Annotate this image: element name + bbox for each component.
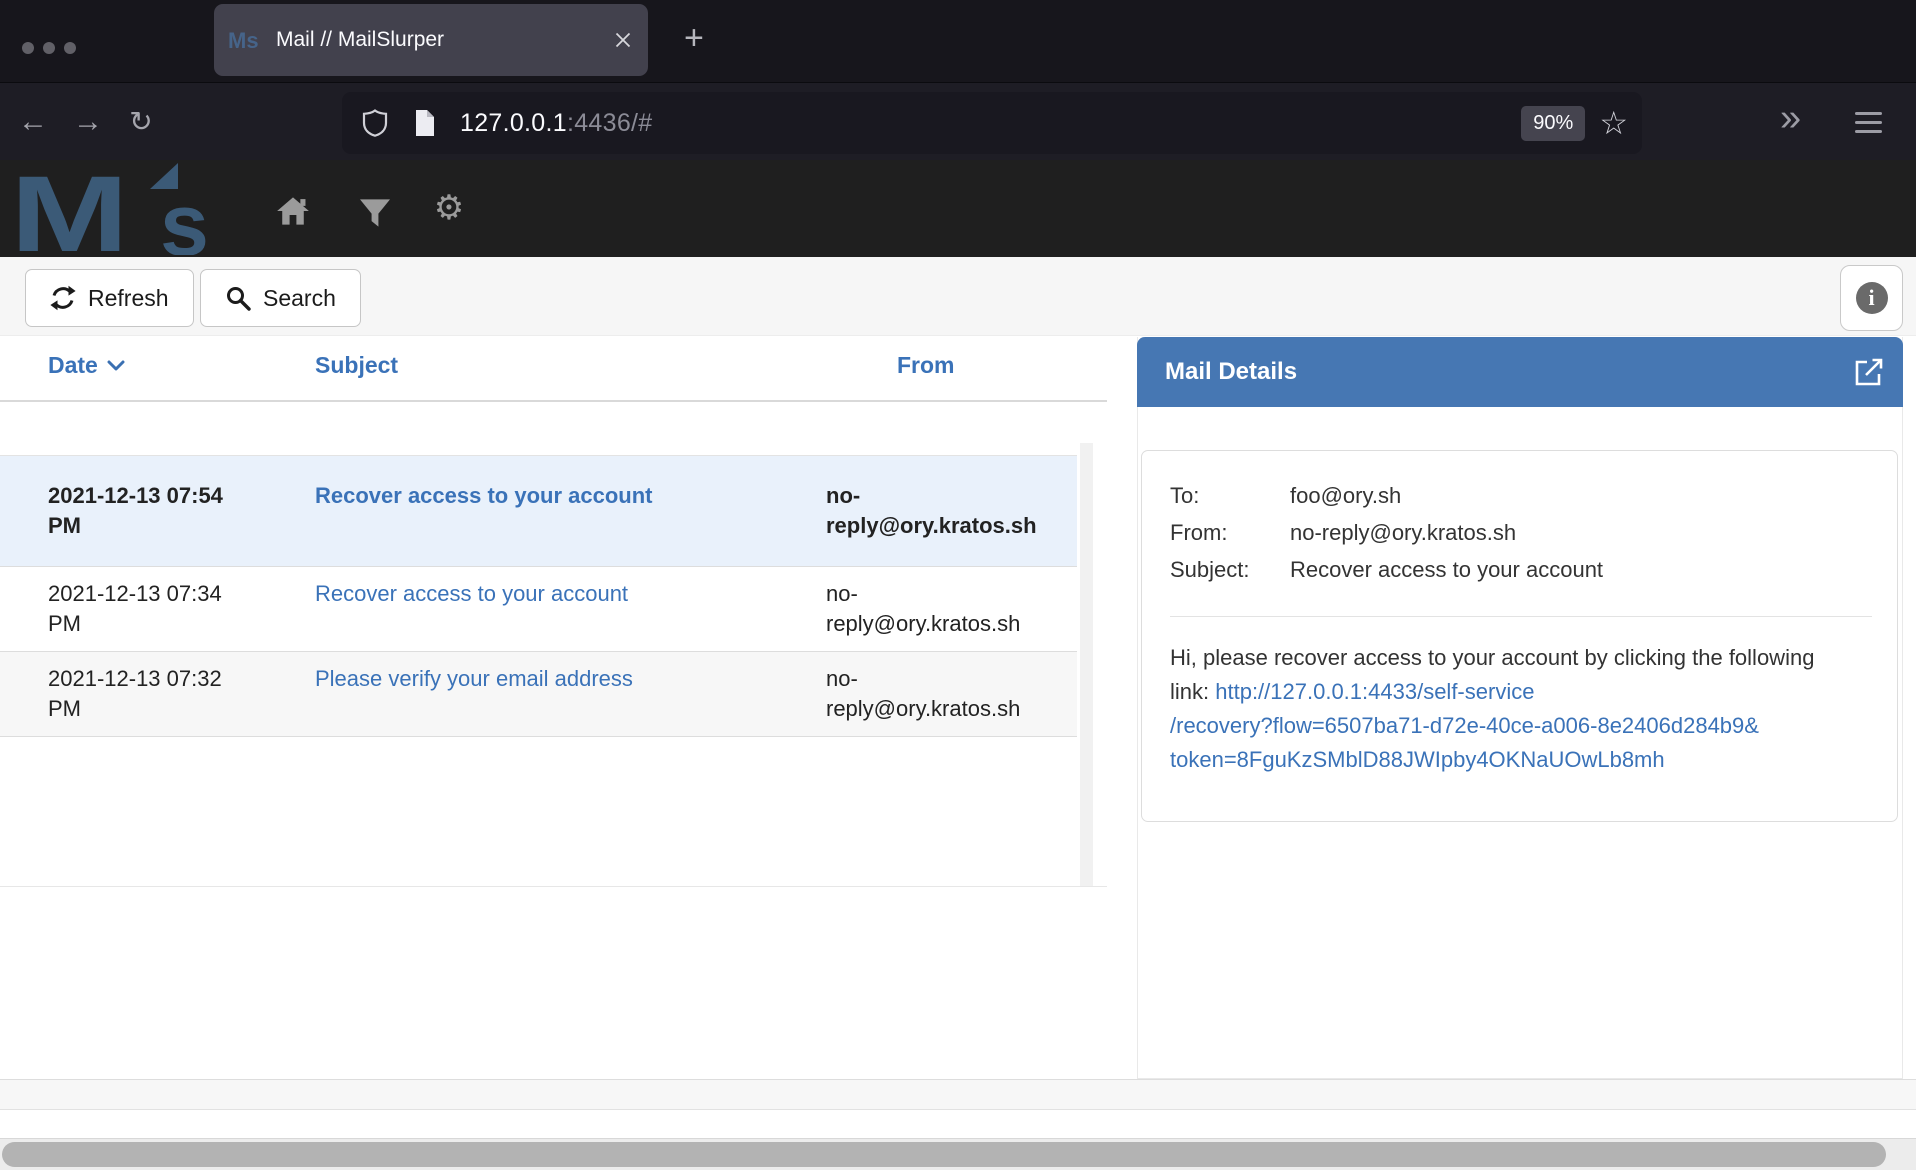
screen: Ms Mail // MailSlurper + ← → ↻ 127.0.0.1… [0, 0, 1916, 1170]
field-to: To: foo@ory.sh [1170, 477, 1872, 514]
new-tab-button[interactable]: + [684, 20, 704, 56]
table-row[interactable]: 2021-12-13 07:32 PM Please verify your e… [0, 652, 1077, 737]
svg-text:M: M [18, 163, 129, 255]
mail-details-card: To: foo@ory.sh From: no-reply@ory.kratos… [1141, 450, 1898, 822]
reload-button[interactable]: ↻ [123, 104, 159, 140]
mail-list-panel: Date Subject From 2021-12-13 07:54 PM Re… [0, 336, 1107, 1079]
sort-chevron-down-icon [107, 360, 125, 371]
column-header-subject[interactable]: Subject [315, 352, 398, 379]
search-button[interactable]: Search [200, 269, 361, 327]
mailslurper-favicon: Ms [228, 27, 264, 53]
recovery-link-line: http://127.0.0.1:4433/self-service [1215, 679, 1534, 704]
filter-icon[interactable] [358, 198, 392, 228]
bookmark-star-icon[interactable]: ☆ [1599, 107, 1628, 139]
row-date: 2021-12-13 07:34 PM [48, 579, 315, 639]
page-info-icon[interactable] [414, 109, 436, 137]
mail-list-header: Date Subject From [0, 336, 1107, 400]
url-host: 127.0.0.1 [460, 109, 567, 137]
app-toolbar: Refresh Search i [0, 257, 1916, 336]
table-row[interactable]: 2021-12-13 07:54 PM Recover access to yo… [0, 455, 1077, 567]
panel-title: Mail Details [1165, 358, 1297, 386]
url-bar[interactable]: 127.0.0.1:4436/# 90% ☆ [342, 92, 1642, 154]
recovery-link-line: /recovery?flow=6507ba71-d72e-40ce-a006-8… [1170, 709, 1846, 743]
mail-body: Hi, please recover access to your accoun… [1170, 641, 1846, 777]
field-value: Recover access to your account [1290, 551, 1603, 588]
row-from: no-reply@ory.kratos.sh [826, 664, 1077, 724]
field-label: To: [1170, 477, 1290, 514]
field-from: From: no-reply@ory.kratos.sh [1170, 514, 1872, 551]
row-date: 2021-12-13 07:54 PM [48, 481, 315, 541]
window-controls[interactable] [22, 42, 76, 54]
settings-gear-icon[interactable]: ⚙ [432, 190, 466, 220]
home-icon[interactable] [276, 196, 310, 226]
browser-toolbar: ← → ↻ 127.0.0.1:4436/# 90% ☆ » [0, 82, 1916, 160]
vertical-scrollbar-track[interactable] [1080, 443, 1093, 886]
refresh-icon [50, 285, 76, 311]
field-subject: Subject: Recover access to your account [1170, 551, 1872, 588]
info-icon: i [1856, 282, 1888, 314]
row-from: no-reply@ory.kratos.sh [826, 579, 1077, 639]
zoom-level-badge[interactable]: 90% [1521, 106, 1585, 141]
mail-rows: 2021-12-13 07:54 PM Recover access to yo… [0, 455, 1077, 737]
external-link-icon[interactable] [1853, 356, 1885, 388]
search-label: Search [263, 285, 336, 312]
tab-title: Mail // MailSlurper [276, 28, 444, 52]
shield-icon[interactable] [362, 109, 388, 137]
overflow-chevron-icon[interactable]: » [1780, 97, 1801, 139]
date-sort-label: Date [48, 352, 98, 379]
row-subject-link[interactable]: Recover access to your account [315, 481, 826, 541]
row-from: no-reply@ory.kratos.sh [826, 481, 1083, 541]
field-label: Subject: [1170, 551, 1290, 588]
browser-tab[interactable]: Ms Mail // MailSlurper [214, 4, 648, 76]
row-subject-link[interactable]: Please verify your email address [315, 664, 826, 724]
row-date: 2021-12-13 07:32 PM [48, 664, 315, 724]
row-subject-link[interactable]: Recover access to your account [315, 579, 826, 639]
back-button[interactable]: ← [15, 104, 51, 140]
main-content: Date Subject From 2021-12-13 07:54 PM Re… [0, 336, 1916, 1079]
bottom-white-strip [0, 1109, 1916, 1138]
field-value: foo@ory.sh [1290, 477, 1401, 514]
field-label: From: [1170, 514, 1290, 551]
url-text[interactable]: 127.0.0.1:4436/# [460, 109, 652, 138]
svg-text:Ms: Ms [228, 28, 259, 53]
bottom-gray-strip [0, 1079, 1916, 1109]
list-bottom-divider [0, 886, 1107, 887]
table-row[interactable]: 2021-12-13 07:34 PM Recover access to yo… [0, 567, 1077, 652]
svg-text:s: s [160, 175, 209, 255]
header-divider [0, 400, 1107, 402]
forward-button[interactable]: → [70, 104, 106, 140]
window-dot[interactable] [43, 42, 55, 54]
window-dot[interactable] [22, 42, 34, 54]
horizontal-scrollbar-thumb[interactable] [2, 1142, 1886, 1167]
refresh-button[interactable]: Refresh [25, 269, 194, 327]
mailslurper-logo: M s [18, 163, 222, 255]
app-nav-bar: M s ⚙ [0, 160, 1916, 257]
search-icon [225, 285, 251, 311]
recovery-link[interactable]: http://127.0.0.1:4433/self-service/recov… [1170, 679, 1846, 777]
recovery-link-line: token=8FguKzSMblD88JWIpby4OKNaUOwLb8mh [1170, 743, 1846, 777]
url-path: :4436/# [567, 109, 653, 137]
browser-tab-bar: Ms Mail // MailSlurper + [0, 0, 1916, 82]
tab-close-icon[interactable] [614, 31, 632, 49]
field-value: no-reply@ory.kratos.sh [1290, 514, 1516, 551]
column-header-from[interactable]: From [897, 352, 955, 379]
menu-icon[interactable] [1855, 112, 1882, 139]
window-dot[interactable] [64, 42, 76, 54]
mail-details-header: Mail Details [1137, 337, 1903, 407]
card-divider [1170, 616, 1872, 617]
info-button[interactable]: i [1840, 265, 1903, 331]
column-header-date[interactable]: Date [48, 352, 125, 379]
mail-details-panel: Mail Details To: foo@ory.sh From: no-rep… [1137, 337, 1903, 1079]
horizontal-scrollbar-track[interactable] [0, 1138, 1916, 1170]
refresh-label: Refresh [88, 285, 169, 312]
